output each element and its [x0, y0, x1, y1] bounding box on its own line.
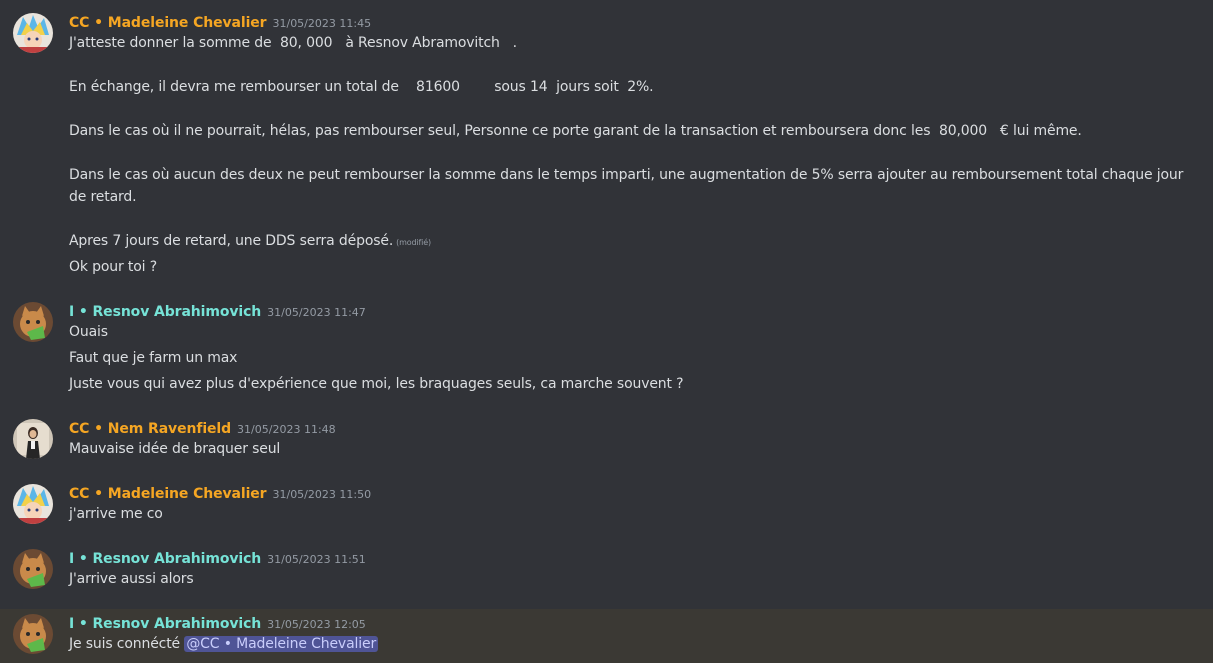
message-line: Mauvaise idée de braquer seul [69, 441, 281, 457]
message-line: J'arrive aussi alors [69, 571, 194, 587]
message: CC • Madeleine Chevalier 31/05/2023 11:50… [0, 475, 1213, 540]
message-list: CC • Madeleine Chevalier 31/05/2023 11:45… [0, 0, 1213, 663]
message: CC • Madeleine Chevalier 31/05/2023 11:45… [0, 0, 1213, 290]
cat-avatar-icon[interactable] [13, 302, 53, 342]
message-line: Ouais [69, 324, 108, 340]
message-line: Dans le cas où aucun des deux ne peut re… [69, 167, 1184, 183]
cat-avatar-icon[interactable] [13, 614, 53, 654]
author-name[interactable]: I • Resnov Abrahimovich [69, 551, 261, 567]
message-line: Juste vous qui avez plus d'expérience qu… [69, 376, 684, 392]
author-name[interactable]: CC • Madeleine Chevalier [69, 15, 267, 31]
message-line: Faut que je farm un max [69, 350, 238, 366]
timestamp: 31/05/2023 11:50 [272, 488, 372, 501]
message-line: En échange, il devra me rembourser un to… [69, 79, 654, 95]
message: CC • Nem Ravenfield 31/05/2023 11:48 Mauv… [0, 405, 1213, 475]
anime-avatar-icon[interactable] [13, 484, 53, 524]
author-name[interactable]: CC • Nem Ravenfield [69, 421, 231, 437]
anime-avatar-icon[interactable] [13, 13, 53, 53]
edited-label: (modifié) [396, 238, 431, 247]
author-name[interactable]: I • Resnov Abrahimovich [69, 616, 261, 632]
message: I • Resnov Abrahimovich 31/05/2023 11:47 … [0, 290, 1213, 405]
message-line: Ok pour toi ? [69, 259, 157, 275]
person-avatar-icon[interactable] [13, 419, 53, 459]
message-line: J'atteste donner la somme de 80, 000 à R… [69, 35, 517, 51]
timestamp: 31/05/2023 11:47 [267, 306, 366, 319]
cat-avatar-icon[interactable] [13, 549, 53, 589]
timestamp: 31/05/2023 11:45 [272, 17, 372, 30]
message-highlighted: I • Resnov Abrahimovich 31/05/2023 12:05 … [0, 609, 1213, 663]
author-name[interactable]: I • Resnov Abrahimovich [69, 304, 261, 320]
timestamp: 31/05/2023 11:51 [267, 553, 366, 566]
message: I • Resnov Abrahimovich 31/05/2023 11:51 … [0, 540, 1213, 609]
message-text: Apres 7 jours de retard, une DDS serra d… [69, 233, 394, 249]
message-line: Dans le cas où il ne pourrait, hélas, pa… [69, 123, 1082, 139]
message-line: de retard. [69, 189, 137, 205]
user-mention[interactable]: @CC • Madeleine Chevalier [184, 636, 379, 652]
author-name[interactable]: CC • Madeleine Chevalier [69, 486, 267, 502]
timestamp: 31/05/2023 11:48 [237, 423, 336, 436]
message-line: j'arrive me co [69, 506, 163, 522]
message-line-edited: Apres 7 jours de retard, une DDS serra d… [69, 233, 431, 249]
message-text: Je suis connécté [69, 636, 185, 652]
message-line: Je suis connécté @CC • Madeleine Chevali… [69, 636, 379, 652]
timestamp: 31/05/2023 12:05 [267, 618, 366, 631]
